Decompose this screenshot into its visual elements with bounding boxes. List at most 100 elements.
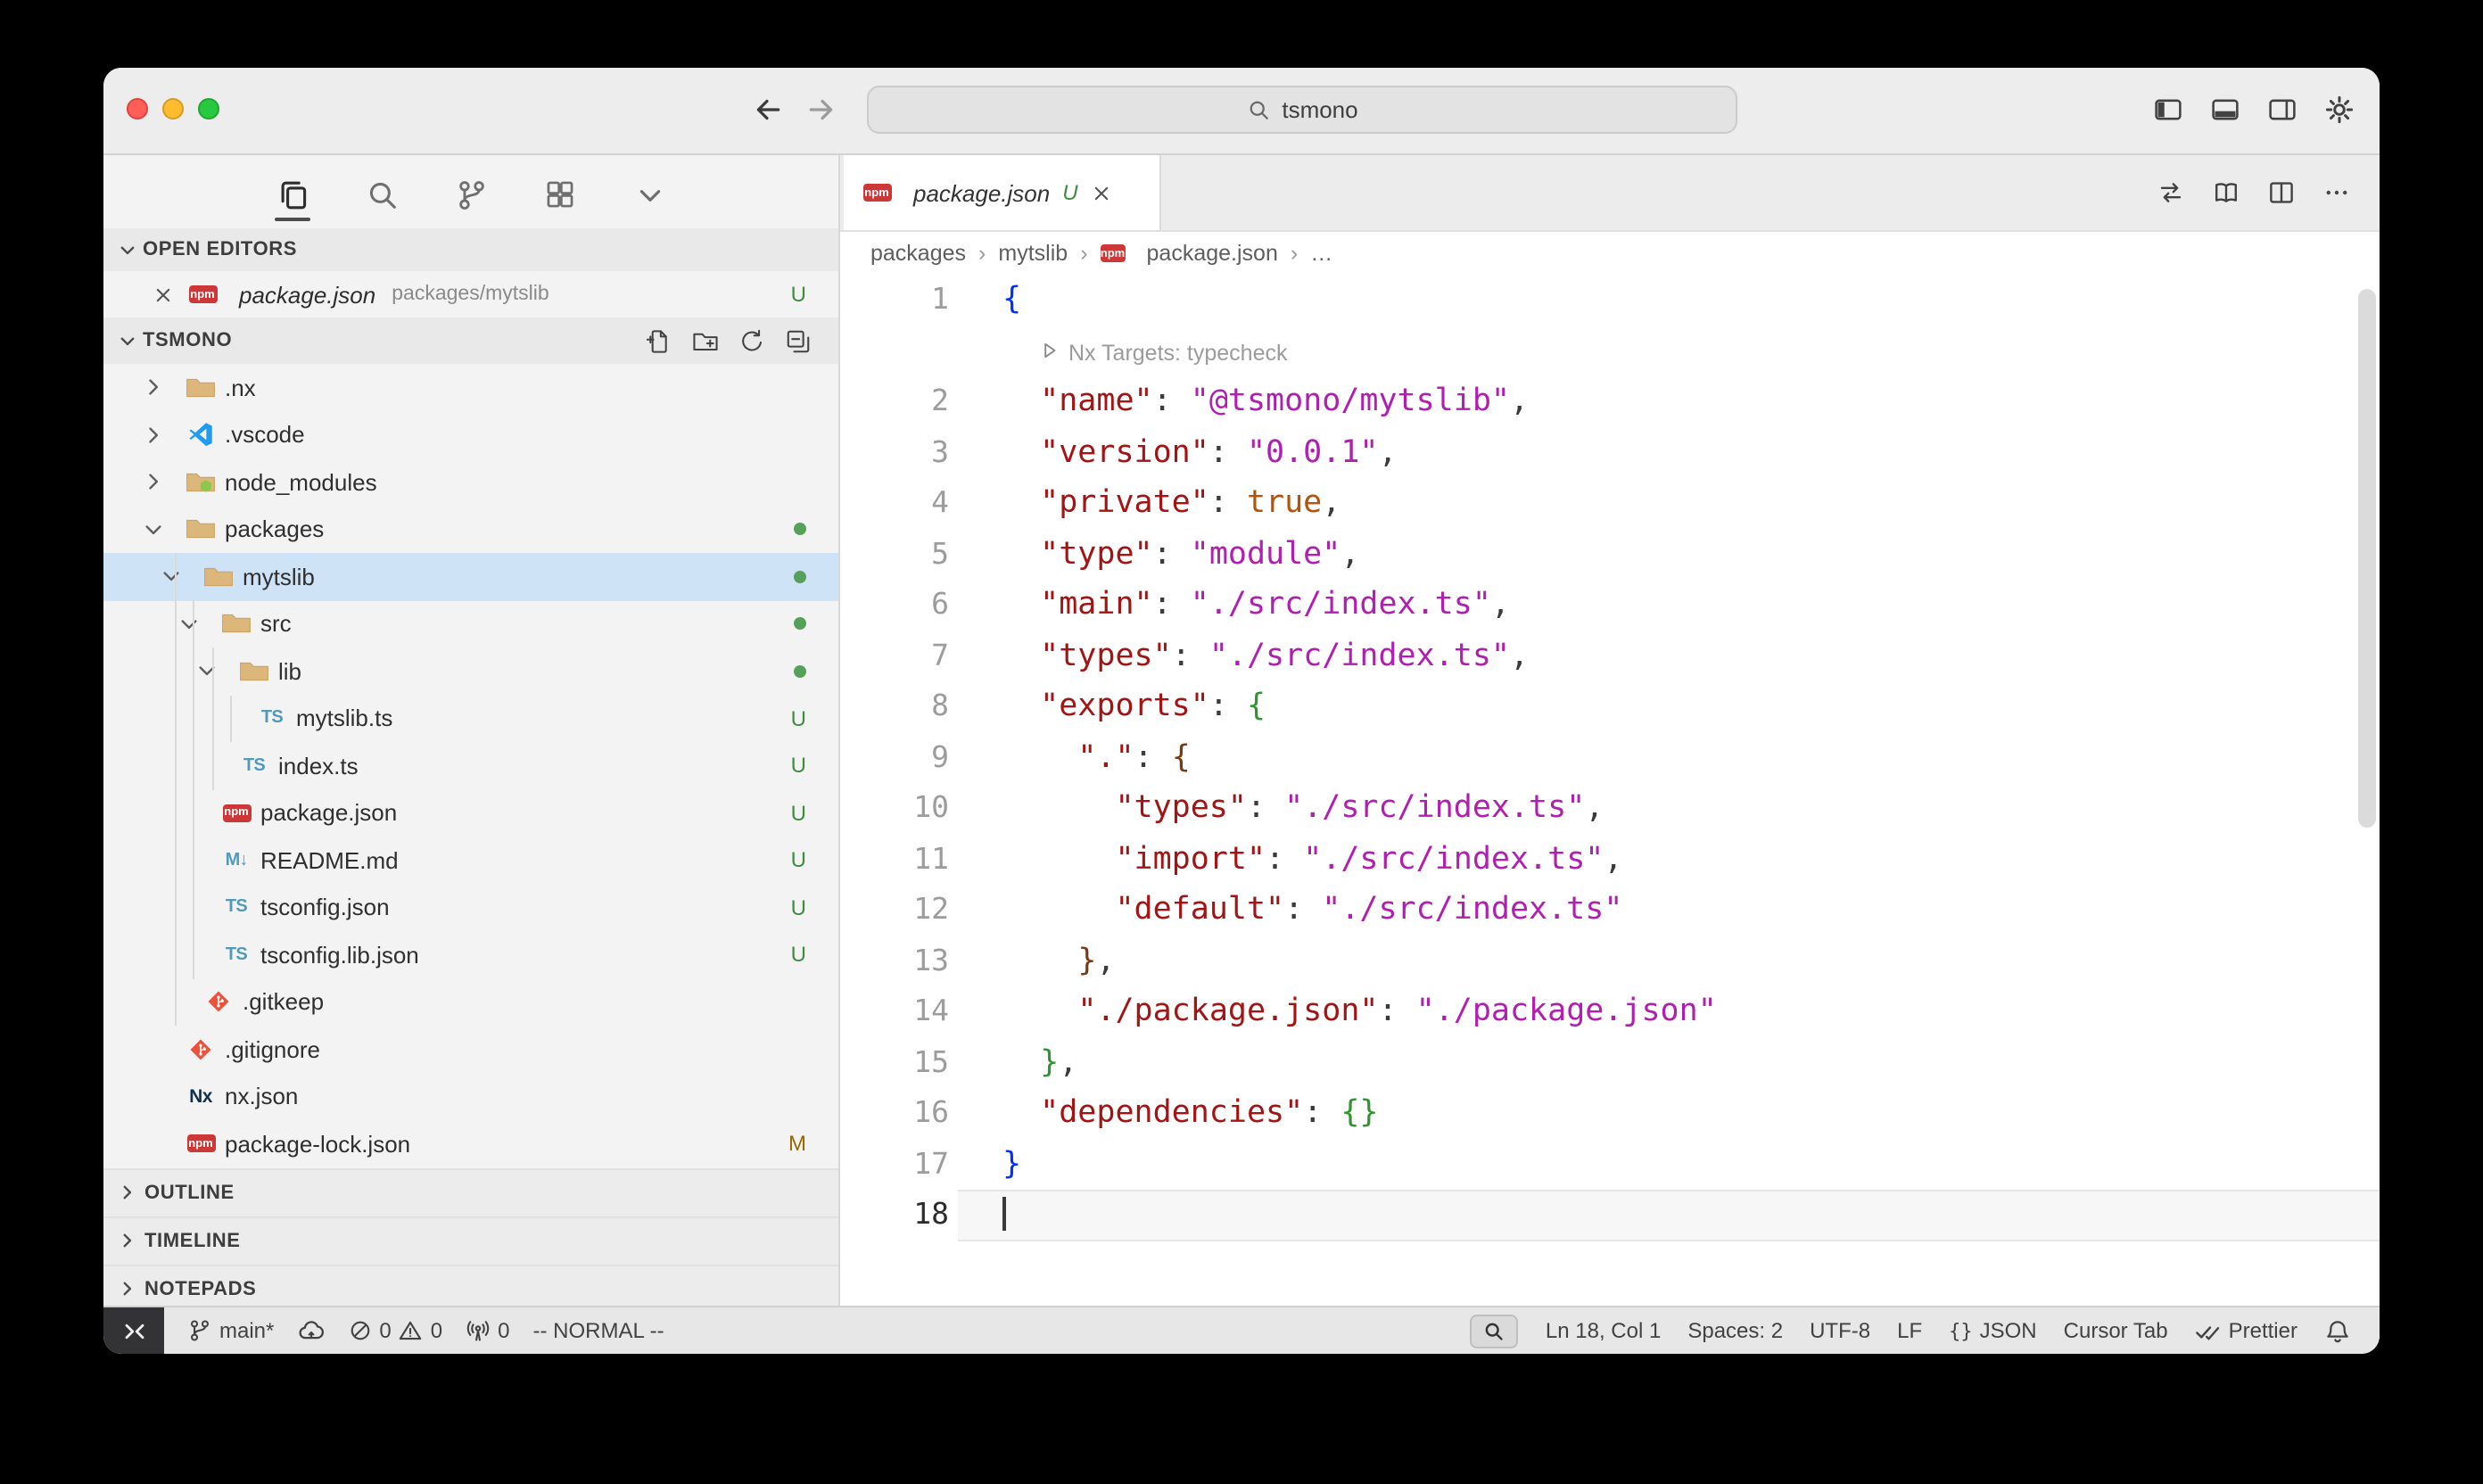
bell-icon[interactable] (2324, 1317, 2351, 1344)
tab-package-json[interactable]: npm package.json U (844, 155, 1161, 230)
code-line-12[interactable]: 12 "default": "./src/index.ts" (840, 885, 2380, 936)
source-control-icon[interactable] (450, 169, 492, 219)
problems-indicator[interactable]: 0 0 (347, 1318, 442, 1343)
code-line-13[interactable]: 13 }, (840, 936, 2380, 986)
code-editor[interactable]: 1{Nx Targets: typecheck2 "name": "@tsmon… (840, 275, 2380, 1306)
code-line-9[interactable]: 9 ".": { (840, 732, 2380, 783)
zoom-button[interactable] (198, 98, 219, 120)
workspace-header[interactable]: TSMONO (103, 317, 838, 364)
search-view-icon[interactable] (360, 169, 403, 219)
split-editor-icon[interactable] (2267, 178, 2296, 207)
chevron-down-icon[interactable] (128, 517, 186, 542)
line-number[interactable]: 7 (840, 631, 958, 681)
tree-item-mytslib[interactable]: mytslib (103, 553, 838, 600)
code-line-10[interactable]: 10 "types": "./src/index.ts", (840, 783, 2380, 834)
minimize-button[interactable] (162, 98, 184, 120)
open-editors-header[interactable]: OPEN EDITORS (103, 228, 838, 271)
chevron-right-icon[interactable] (128, 423, 186, 448)
more-actions-icon[interactable] (2322, 178, 2351, 207)
codelens-line[interactable]: Nx Targets: typecheck (840, 326, 2380, 376)
code-line-5[interactable]: 5 "type": "module", (840, 529, 2380, 580)
close-icon[interactable] (152, 283, 175, 306)
line-number[interactable]: 6 (840, 580, 958, 631)
line-number[interactable]: 10 (840, 783, 958, 834)
tree-item-package.json[interactable]: npmpackage.jsonU (103, 789, 838, 837)
line-number[interactable]: 3 (840, 427, 958, 478)
tree-item-.vscode[interactable]: .vscode (103, 411, 838, 458)
close-button[interactable] (127, 98, 148, 120)
tree-item-.nx[interactable]: .nx (103, 364, 838, 411)
language-mode[interactable]: {} JSON (1949, 1318, 2037, 1343)
new-file-icon[interactable] (646, 327, 672, 354)
remote-indicator[interactable] (103, 1307, 164, 1354)
cursor-tab-indicator[interactable]: Cursor Tab (2064, 1318, 2168, 1343)
settings-gear-icon[interactable] (2324, 95, 2355, 125)
line-number[interactable]: 18 (840, 1190, 958, 1241)
code-line-17[interactable]: 17} (840, 1139, 2380, 1190)
section-notepads[interactable]: NOTEPADS (103, 1264, 838, 1306)
back-arrow-icon[interactable] (753, 95, 783, 125)
refresh-icon[interactable] (738, 327, 765, 354)
code-line-15[interactable]: 15 }, (840, 1037, 2380, 1088)
section-timeline[interactable]: TIMELINE (103, 1216, 838, 1264)
code-line-16[interactable]: 16 "dependencies": {} (840, 1088, 2380, 1139)
chevron-right-icon[interactable] (128, 375, 186, 400)
section-outline[interactable]: OUTLINE (103, 1167, 838, 1216)
command-center-search[interactable]: tsmono (867, 86, 1737, 134)
tree-item-tsconfig.lib.json[interactable]: TStsconfig.lib.jsonU (103, 931, 838, 978)
scrollbar-thumb[interactable] (2358, 289, 2376, 828)
line-number[interactable]: 17 (840, 1139, 958, 1190)
code-line-18[interactable]: 18 (840, 1190, 2380, 1241)
tree-item-src[interactable]: src (103, 600, 838, 647)
tree-item-package-lock.json[interactable]: npmpackage-lock.jsonM (103, 1120, 838, 1167)
code-line-4[interactable]: 4 "private": true, (840, 478, 2380, 529)
line-number[interactable]: 1 (840, 275, 958, 326)
indentation[interactable]: Spaces: 2 (1687, 1318, 1783, 1343)
line-number[interactable]: 5 (840, 529, 958, 580)
collapse-all-icon[interactable] (785, 327, 812, 354)
open-preview-icon[interactable] (2212, 178, 2240, 207)
sync-cloud-icon[interactable] (297, 1317, 324, 1344)
extensions-icon[interactable] (539, 169, 582, 219)
line-number[interactable]: 11 (840, 834, 958, 885)
line-number[interactable]: 16 (840, 1088, 958, 1139)
encoding[interactable]: UTF-8 (1810, 1318, 1870, 1343)
toggle-sidebar-icon[interactable] (2153, 95, 2183, 125)
code-line-2[interactable]: 2 "name": "@tsmono/mytslib", (840, 376, 2380, 427)
toggle-panel-icon[interactable] (2210, 95, 2240, 125)
breadcrumb-item[interactable]: package.json (1147, 241, 1278, 266)
branch-indicator[interactable]: main* (187, 1318, 274, 1343)
line-number[interactable]: 8 (840, 681, 958, 732)
tree-item-tsconfig.json[interactable]: TStsconfig.jsonU (103, 884, 838, 931)
explorer-icon[interactable] (271, 169, 314, 219)
compare-changes-icon[interactable] (2157, 178, 2185, 207)
eol[interactable]: LF (1897, 1318, 1922, 1343)
line-number[interactable]: 2 (840, 376, 958, 427)
formatter-indicator[interactable]: Prettier (2195, 1317, 2297, 1344)
code-line-1[interactable]: 1{ (840, 275, 2380, 326)
new-folder-icon[interactable] (692, 327, 719, 354)
cursor-position[interactable]: Ln 18, Col 1 (1546, 1318, 1661, 1343)
code-line-7[interactable]: 7 "types": "./src/index.ts", (840, 631, 2380, 681)
line-number[interactable]: 15 (840, 1037, 958, 1088)
tree-item-node-modules[interactable]: node_modules (103, 458, 838, 506)
toggle-secondary-sidebar-icon[interactable] (2267, 95, 2297, 125)
line-number[interactable]: 9 (840, 732, 958, 783)
tree-item-nx.json[interactable]: Nxnx.json (103, 1073, 838, 1120)
close-icon[interactable] (1091, 181, 1114, 204)
breadcrumb-item[interactable]: mytslib (998, 241, 1068, 266)
codelens-nx-targets[interactable]: Nx Targets: typecheck (1040, 327, 1288, 378)
chevron-down-icon[interactable] (182, 659, 239, 684)
open-editor-item[interactable]: npm package.json packages/mytslib U (103, 271, 838, 317)
line-number[interactable]: 13 (840, 936, 958, 986)
forward-arrow-icon[interactable] (806, 95, 837, 125)
breadcrumb-item[interactable]: … (1310, 241, 1332, 266)
tree-item-.gitkeep[interactable]: .gitkeep (103, 978, 838, 1026)
ports-indicator[interactable]: 0 (466, 1318, 509, 1343)
line-number[interactable] (840, 326, 958, 376)
tree-item-.gitignore[interactable]: .gitignore (103, 1026, 838, 1073)
breadcrumb-item[interactable]: packages (870, 241, 966, 266)
line-number[interactable]: 4 (840, 478, 958, 529)
tree-item-README.md[interactable]: M↓README.mdU (103, 837, 838, 884)
more-views-chevron-icon[interactable] (628, 169, 671, 219)
